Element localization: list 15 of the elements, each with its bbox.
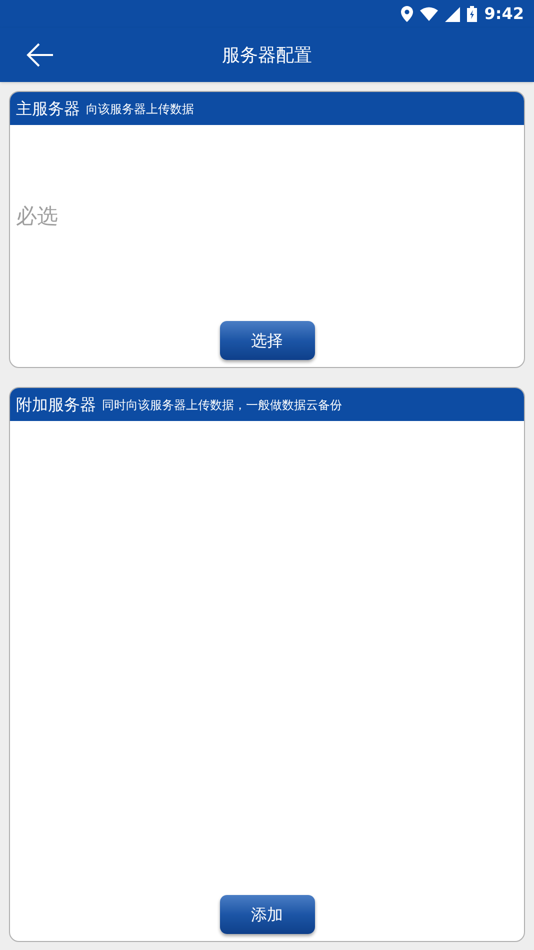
card-subtitle: 同时向该服务器上传数据，一般做数据云备份 [102, 396, 342, 414]
location-icon [401, 6, 414, 22]
card-subtitle: 向该服务器上传数据 [86, 100, 194, 118]
page-title: 服务器配置 [222, 44, 312, 68]
signal-icon [445, 6, 460, 22]
back-button[interactable] [26, 42, 54, 68]
card-title: 附加服务器 [16, 394, 96, 416]
server-field[interactable]: 必选 [16, 201, 518, 232]
status-time: 9:42 [484, 3, 524, 25]
battery-icon [467, 6, 478, 22]
back-arrow-icon [26, 42, 54, 68]
card-title: 主服务器 [16, 98, 80, 120]
wifi-icon [420, 7, 438, 21]
select-button[interactable]: 选择 [220, 321, 314, 360]
add-button[interactable]: 添加 [220, 895, 314, 934]
